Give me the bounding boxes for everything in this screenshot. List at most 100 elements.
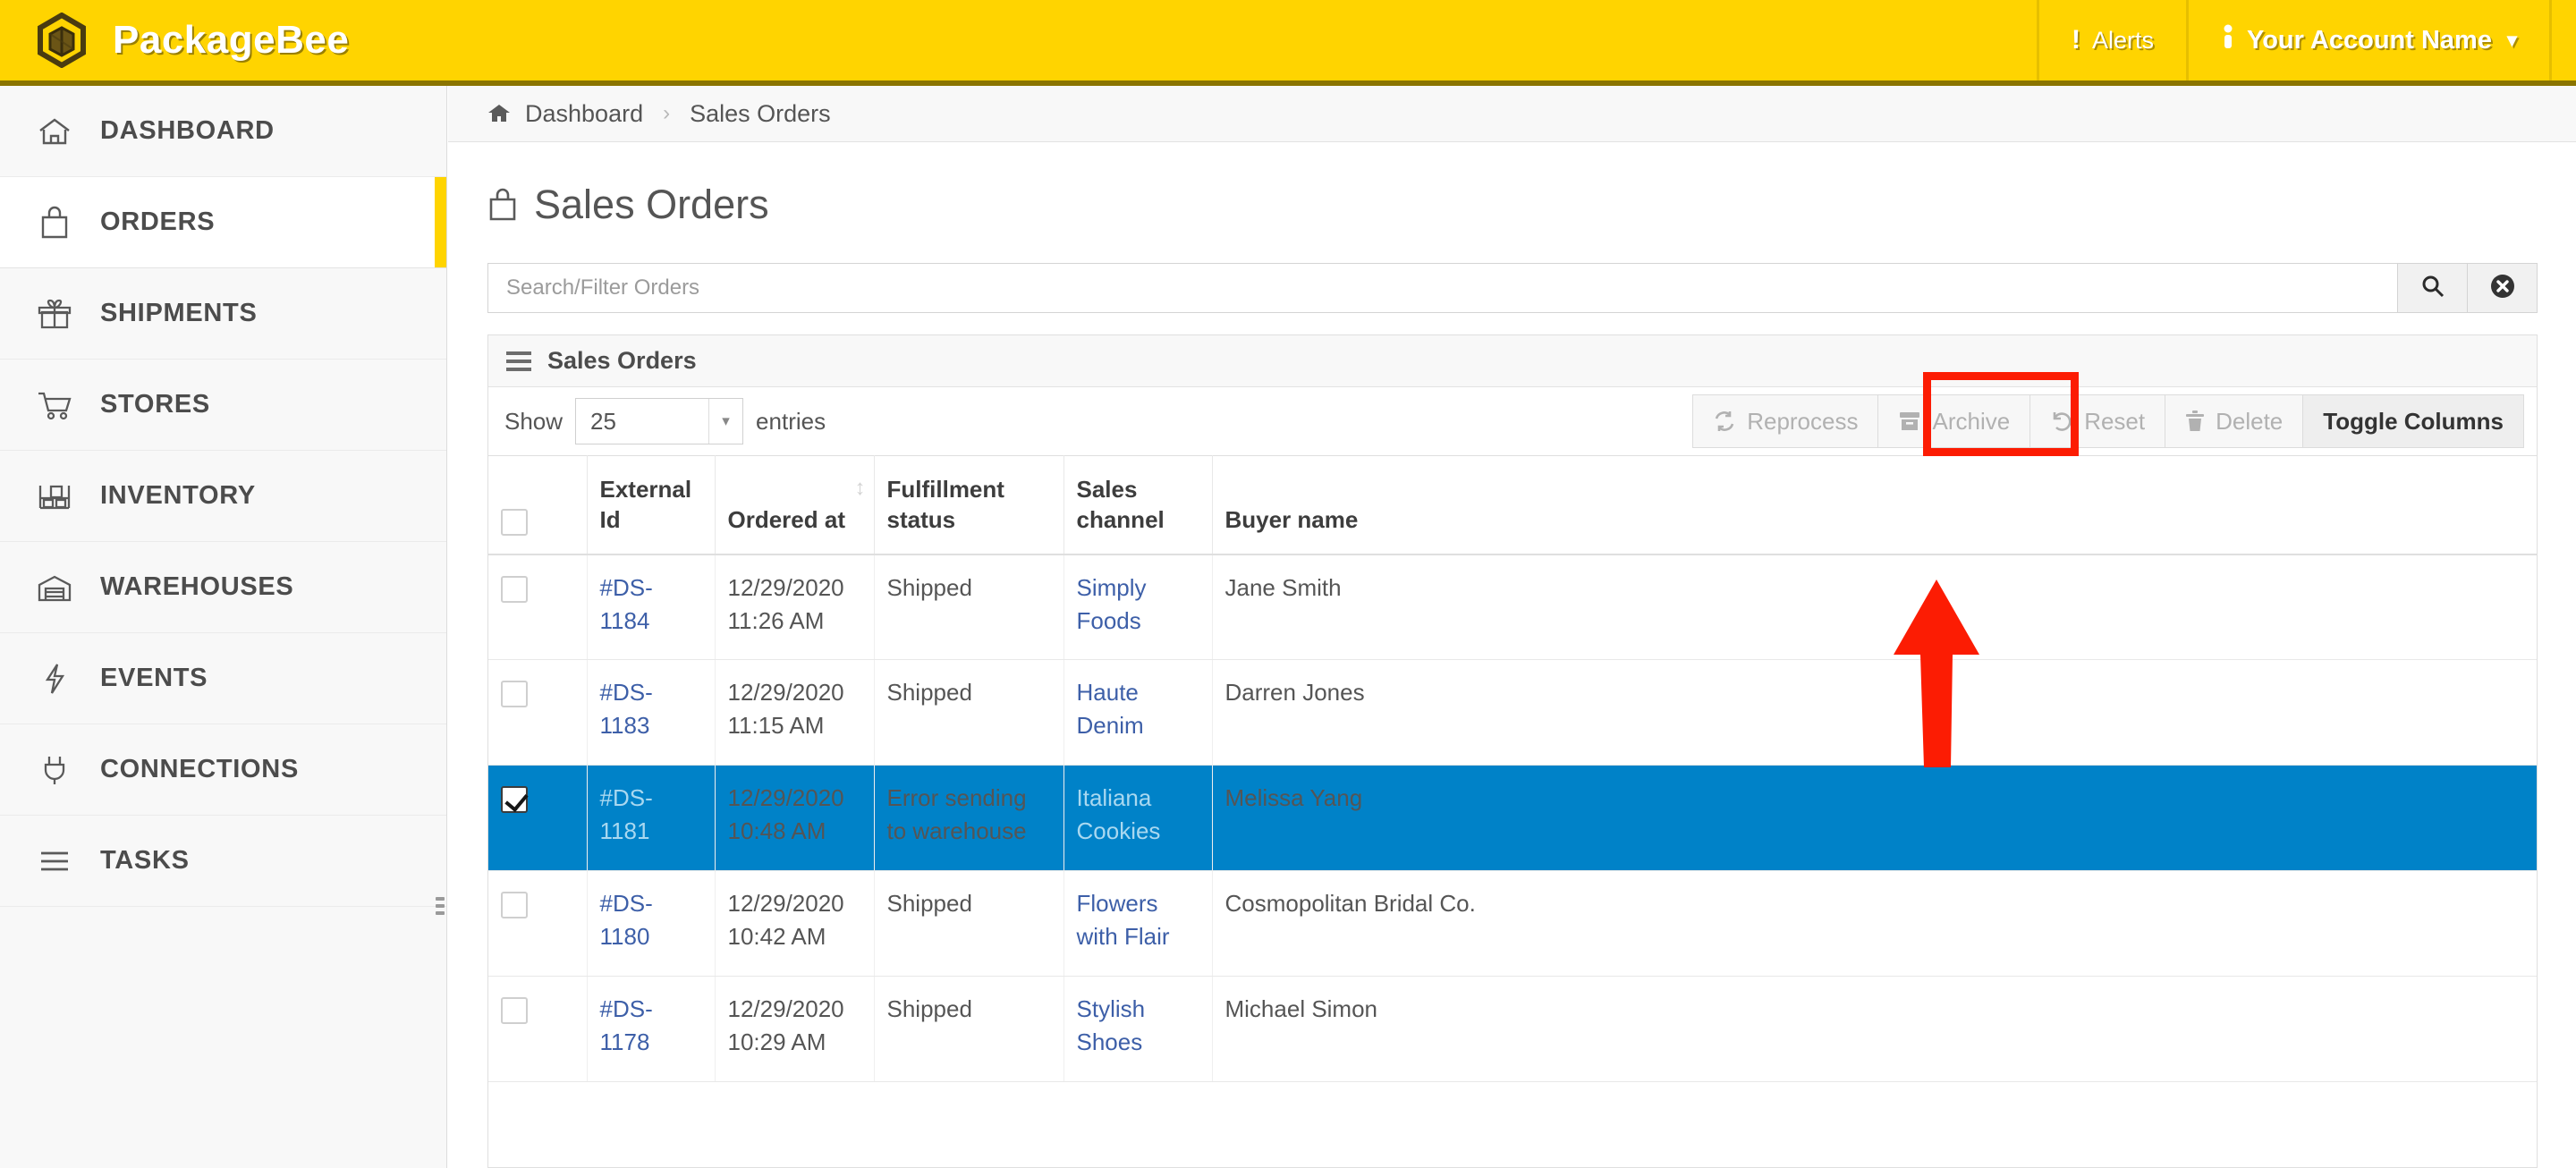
chevron-right-icon: › <box>663 101 671 125</box>
bulk-action-buttons: Reprocess Archive Reset Delete Toggle Co… <box>1692 394 2524 448</box>
entries-select[interactable]: 25 ▾ <box>575 398 744 444</box>
row-checkbox[interactable] <box>501 575 528 603</box>
ordered-date: 12/29/2020 <box>727 784 844 812</box>
row-checkbox[interactable] <box>501 892 528 919</box>
channel-link[interactable]: Flowers with Flair <box>1077 890 1170 950</box>
sidebar-resize-handle[interactable] <box>436 886 445 926</box>
entries-value: 25 <box>590 407 616 435</box>
sidebar-item-events[interactable]: EVENTS <box>0 633 446 724</box>
table-header: External Id ↕ Ordered at Fulfillment sta… <box>488 454 2537 555</box>
column-label: Ordered at <box>727 506 846 534</box>
clear-search-button[interactable] <box>2468 263 2538 313</box>
lightning-bolt-icon <box>34 659 75 698</box>
sort-updown-icon[interactable]: ↕ <box>855 476 866 501</box>
channel-link[interactable]: Haute Denim <box>1077 679 1144 739</box>
order-link[interactable]: #DS-1183 <box>600 679 653 739</box>
row-select-cell <box>488 976 588 1083</box>
order-link[interactable]: #DS-1181 <box>600 784 653 844</box>
sidebar-item-dashboard[interactable]: DASHBOARD <box>0 86 446 177</box>
account-menu[interactable]: Your Account Name ▾ <box>2186 0 2549 80</box>
cell-buyer-name: Michael Simon <box>1212 976 2537 1083</box>
column-label: External Id <box>599 476 692 534</box>
sidebar-item-shipments[interactable]: SHIPMENTS <box>0 268 446 360</box>
column-header-sales-channel[interactable]: Sales channel <box>1063 454 1213 555</box>
sidebar-item-warehouses[interactable]: WAREHOUSES <box>0 542 446 633</box>
cell-external-id: #DS-1178 <box>587 976 716 1083</box>
sidebar-item-label: CONNECTIONS <box>100 755 299 783</box>
table-row-selected[interactable]: #DS-1181 12/29/2020 10:48 AM Error sendi… <box>488 765 2537 872</box>
reset-label: Reset <box>2084 407 2146 435</box>
reprocess-button[interactable]: Reprocess <box>1693 395 1879 447</box>
toggle-columns-label: Toggle Columns <box>2323 407 2504 435</box>
cell-external-id: #DS-1180 <box>587 870 716 978</box>
archive-label: Archive <box>1932 407 2011 435</box>
search-input[interactable] <box>487 263 2398 313</box>
trash-can-icon <box>2185 410 2205 433</box>
order-link[interactable]: #DS-1180 <box>600 890 653 950</box>
shelf-boxes-icon <box>34 477 75 516</box>
cell-sales-channel: Simply Foods <box>1063 554 1213 661</box>
reset-button[interactable]: Reset <box>2030 395 2166 447</box>
column-label: Buyer name <box>1224 506 1359 534</box>
cell-fulfillment-status: Shipped <box>874 976 1064 1083</box>
table-row[interactable]: #DS-1180 12/29/2020 10:42 AM Shipped Flo… <box>488 870 2537 978</box>
table-row[interactable]: #DS-1184 12/29/2020 11:26 AM Shipped Sim… <box>488 554 2537 661</box>
orders-panel: Sales Orders Show 25 ▾ entries Reprocess… <box>487 334 2538 1168</box>
alerts-menu[interactable]: ! Alerts <box>2036 0 2186 80</box>
exclamation-icon: ! <box>2071 25 2080 55</box>
table-toolbar: Show 25 ▾ entries Reprocess Archive Rese… <box>488 372 2537 456</box>
cell-buyer-name: Jane Smith <box>1212 554 2537 661</box>
channel-link[interactable]: Simply Foods <box>1077 574 1147 634</box>
refresh-cycle-icon <box>1713 410 1736 433</box>
column-header-fulfillment-status[interactable]: Fulfillment status <box>874 454 1064 555</box>
sidebar-item-tasks[interactable]: TASKS <box>0 816 446 907</box>
power-plug-icon <box>34 750 75 790</box>
cell-external-id: #DS-1184 <box>587 554 716 661</box>
order-link[interactable]: #DS-1178 <box>600 995 653 1055</box>
sidebar-item-orders[interactable]: ORDERS <box>0 177 446 268</box>
search-icon <box>2419 273 2446 304</box>
shopping-cart-icon <box>34 385 75 425</box>
page-title-block: Sales Orders <box>448 142 2576 228</box>
sidebar-item-stores[interactable]: STORES <box>0 360 446 451</box>
breadcrumb-link-dashboard[interactable]: Dashboard <box>525 100 643 128</box>
breadcrumb: Dashboard › Sales Orders <box>448 86 2576 142</box>
channel-link[interactable]: Stylish Shoes <box>1077 995 1146 1055</box>
undo-arrow-icon <box>2050 410 2073 433</box>
table-row[interactable]: #DS-1183 12/29/2020 11:15 AM Shipped Hau… <box>488 659 2537 766</box>
row-checkbox[interactable] <box>501 997 528 1025</box>
row-checkbox[interactable] <box>501 681 528 708</box>
caret-down-icon: ▾ <box>708 399 742 444</box>
column-header-buyer-name[interactable]: Buyer name <box>1212 454 2537 555</box>
column-header-ordered-at[interactable]: ↕ Ordered at <box>715 454 875 555</box>
toggle-columns-button[interactable]: Toggle Columns <box>2303 395 2523 447</box>
column-header-external-id[interactable]: External Id <box>587 454 716 555</box>
shopping-bag-icon <box>34 203 75 242</box>
sidebar-item-label: DASHBOARD <box>100 116 275 145</box>
ordered-date: 12/29/2020 <box>727 573 844 601</box>
row-select-cell <box>488 659 588 766</box>
table-body: #DS-1184 12/29/2020 11:26 AM Shipped Sim… <box>488 554 2537 1083</box>
sidebar-item-inventory[interactable]: INVENTORY <box>0 451 446 542</box>
delete-button[interactable]: Delete <box>2165 395 2304 447</box>
brand-block[interactable]: PackageBee <box>0 0 2037 80</box>
cell-fulfillment-status: Shipped <box>874 554 1064 661</box>
order-link[interactable]: #DS-1184 <box>600 574 653 634</box>
table-row[interactable]: #DS-1178 12/29/2020 10:29 AM Shipped Sty… <box>488 976 2537 1083</box>
person-icon <box>2221 23 2235 57</box>
sidebar-item-label: ORDERS <box>100 207 216 236</box>
search-button[interactable] <box>2398 263 2468 313</box>
list-lines-icon <box>34 842 75 881</box>
header-right-spacer <box>2549 0 2576 80</box>
ordered-time: 11:26 AM <box>727 606 825 634</box>
clear-circle-x-icon <box>2489 273 2516 304</box>
sidebar-item-connections[interactable]: CONNECTIONS <box>0 724 446 816</box>
row-checkbox[interactable] <box>501 786 528 814</box>
cell-ordered-at: 12/29/2020 11:15 AM <box>715 659 875 766</box>
archive-button[interactable]: Archive <box>1878 395 2031 447</box>
search-bar <box>487 263 2538 313</box>
show-entries-control: Show 25 ▾ entries <box>504 398 826 444</box>
select-all-checkbox[interactable] <box>501 508 528 536</box>
channel-link[interactable]: Italiana Cookies <box>1077 784 1161 844</box>
cell-sales-channel: Haute Denim <box>1063 659 1213 766</box>
